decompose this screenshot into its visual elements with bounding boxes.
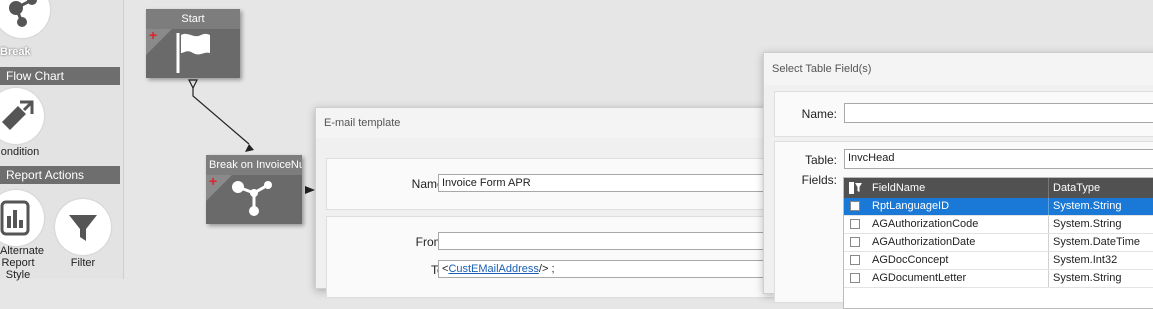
fields-name-label: Name: <box>801 107 837 121</box>
alternate-label-line-2: Report <box>1 257 35 269</box>
row-checkbox[interactable] <box>850 273 860 283</box>
break-node-title: Break on InvoiceNu <box>206 155 302 175</box>
row-checkbox[interactable] <box>850 201 860 211</box>
field-name-cell: AGDocConcept <box>872 254 949 266</box>
break-input-arrowhead <box>245 144 254 152</box>
fields-name-input[interactable] <box>844 103 1153 123</box>
to-label: To: <box>347 263 447 277</box>
to-suffix: /> ; <box>538 263 555 275</box>
data-type-cell: System.Int32 <box>1053 254 1118 266</box>
fields-label: Fields: <box>801 173 837 187</box>
field-name-cell: AGDocumentLetter <box>872 272 967 284</box>
fields-grid: FieldName DataType RptLanguageID System.… <box>843 177 1153 309</box>
table-row[interactable]: AGAuthorizationDate System.DateTime <box>844 234 1153 252</box>
column-header-datatype[interactable]: DataType <box>1053 182 1100 194</box>
report-actions-section-header[interactable]: Report Actions <box>0 166 120 184</box>
filter-tool-label[interactable]: Filter <box>60 257 106 269</box>
template-name-input[interactable]: Invoice Form APR <box>438 174 788 192</box>
cust-email-address-link[interactable]: CustEMailAddress <box>448 263 538 275</box>
condition-tool-icon[interactable] <box>0 88 44 144</box>
column-divider <box>1048 216 1049 233</box>
table-row[interactable]: AGDocConcept System.Int32 <box>844 252 1153 270</box>
grid-header: FieldName DataType <box>844 178 1153 198</box>
start-output-arrow <box>188 79 198 90</box>
column-divider <box>1048 252 1049 269</box>
email-address-panel: From: To: <CustEMailAddress/> ; <box>326 216 788 298</box>
column-divider <box>1048 198 1049 215</box>
table-row[interactable]: AGDocumentLetter System.String <box>844 270 1153 288</box>
alternate-label-line-3: Style <box>5 269 31 281</box>
add-plus-icon[interactable]: + <box>209 174 217 188</box>
from-label: From: <box>415 235 447 249</box>
field-name-cell: RptLanguageID <box>872 200 950 212</box>
condition-arrow-icon <box>2 100 34 130</box>
flow-chart-section-header[interactable]: Flow Chart <box>0 67 120 85</box>
add-plus-icon[interactable]: + <box>149 28 157 42</box>
start-node-title: Start <box>146 9 240 29</box>
row-checkbox[interactable] <box>850 219 860 229</box>
column-divider <box>1048 234 1049 251</box>
data-type-cell: System.String <box>1053 200 1122 212</box>
alternate-label-line-1: Alternate <box>0 245 45 257</box>
row-checkbox[interactable] <box>850 237 860 247</box>
table-row[interactable]: AGAuthorizationCode System.String <box>844 216 1153 234</box>
break-on-invoice-node[interactable]: Break on InvoiceNu + <box>206 155 302 224</box>
column-header-fieldname[interactable]: FieldName <box>872 182 925 194</box>
report-chart-icon <box>0 200 30 236</box>
select-table-fields-dialog: Select Table Field(s) Name: Table: InvcH… <box>763 52 1153 309</box>
from-input[interactable] <box>438 232 788 250</box>
alternate-report-style-label[interactable]: Alternate Report Style <box>0 245 45 281</box>
flag-icon <box>176 33 210 73</box>
alternate-report-style-icon[interactable] <box>0 190 44 246</box>
email-dialog-title: E-mail template <box>316 108 776 138</box>
network-node-icon <box>232 181 272 216</box>
condition-tool-label[interactable]: ondition <box>0 146 40 158</box>
field-name-cell: AGAuthorizationCode <box>872 218 979 230</box>
data-type-cell: System.String <box>1053 272 1122 284</box>
email-template-dialog: E-mail template Name: Invoice Form APR F… <box>315 107 788 298</box>
network-node-icon <box>9 0 37 27</box>
column-divider <box>1048 178 1049 198</box>
name-label: Name: <box>411 177 447 191</box>
start-node[interactable]: Start + <box>146 9 240 78</box>
fields-dialog-title: Select Table Field(s) <box>764 53 1153 85</box>
email-name-panel: Name: Invoice Form APR <box>326 158 788 210</box>
table-input[interactable]: InvcHead <box>844 149 1153 169</box>
row-checkbox[interactable] <box>850 255 860 265</box>
data-type-cell: System.DateTime <box>1053 236 1141 248</box>
break-tool-label[interactable]: Break <box>0 46 31 58</box>
funnel-icon <box>69 215 97 241</box>
break-output-arrow <box>305 186 315 194</box>
table-label: Table: <box>804 153 837 167</box>
filter-checkbox-icon[interactable] <box>849 182 863 194</box>
field-name-cell: AGAuthorizationDate <box>872 236 976 248</box>
tool-palette: Break Flow Chart ondition Report Actions… <box>0 0 124 281</box>
break-tool-icon[interactable] <box>0 0 50 38</box>
table-row[interactable]: RptLanguageID System.String <box>844 198 1153 216</box>
fields-name-panel: Name: <box>774 91 1153 137</box>
to-input[interactable]: <CustEMailAddress/> ; <box>438 260 788 278</box>
data-type-cell: System.String <box>1053 218 1122 230</box>
filter-tool-icon[interactable] <box>55 199 111 255</box>
start-to-break-line <box>192 88 250 145</box>
